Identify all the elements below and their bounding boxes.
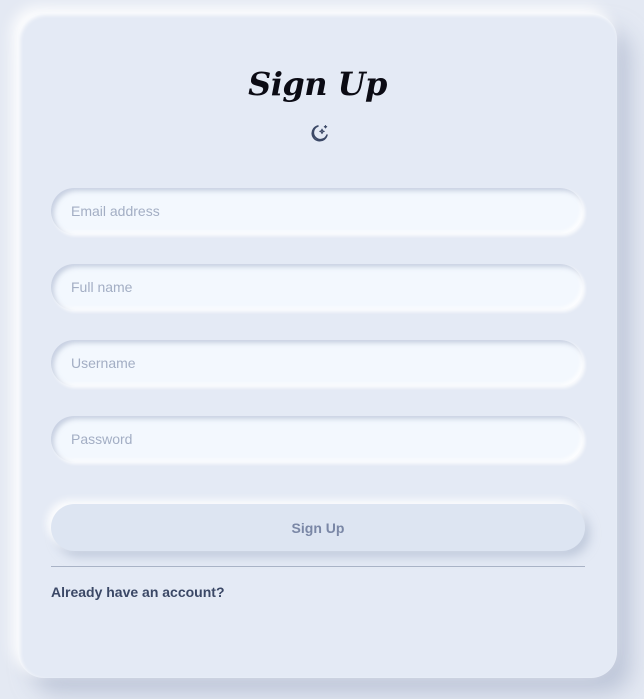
moon-stars-icon[interactable] — [306, 123, 330, 147]
email-field[interactable] — [51, 188, 583, 234]
divider — [51, 566, 585, 567]
full-name-field[interactable] — [51, 264, 583, 310]
password-field[interactable] — [51, 416, 583, 462]
sign-up-button[interactable]: Sign Up — [51, 504, 585, 551]
username-field[interactable] — [51, 340, 583, 386]
signup-card: Sign Up Sign Up Already have an account? — [18, 13, 617, 678]
page-title: Sign Up — [248, 65, 387, 103]
login-link[interactable]: Already have an account? — [51, 584, 225, 600]
